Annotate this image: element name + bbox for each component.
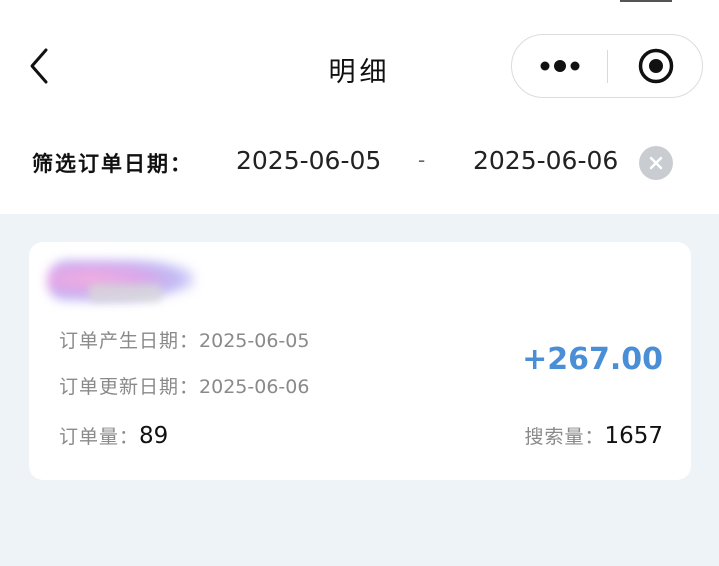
close-mini-program-button[interactable] bbox=[608, 35, 703, 97]
target-circle-icon bbox=[638, 48, 673, 84]
created-date-row: 订单产生日期：2025-06-05 bbox=[59, 326, 309, 353]
order-count-row: 订单量：89 bbox=[59, 422, 168, 449]
date-separator: - bbox=[418, 148, 426, 172]
mini-program-capsule bbox=[511, 34, 703, 98]
search-count-value: 1657 bbox=[604, 423, 663, 449]
blurred-name-image-2 bbox=[89, 284, 161, 302]
start-date-picker[interactable]: 2025-06-05 bbox=[236, 146, 381, 175]
amount-value: +267.00 bbox=[522, 342, 663, 377]
clear-circle-icon bbox=[649, 156, 663, 170]
header-area: 明细 筛选订单日期： 2025-06-05 - 2025-06-06 bbox=[0, 0, 719, 214]
detail-card[interactable]: 订单产生日期：2025-06-05 订单更新日期：2025-06-06 +267… bbox=[29, 242, 691, 480]
battery-icon bbox=[620, 0, 672, 2]
updated-date-value: 2025-06-06 bbox=[199, 376, 310, 398]
search-count-row: 搜索量：1657 bbox=[524, 422, 663, 449]
updated-date-row: 订单更新日期：2025-06-06 bbox=[59, 372, 309, 399]
created-date-label: 订单产生日期： bbox=[59, 330, 200, 352]
order-count-label: 订单量： bbox=[59, 426, 140, 448]
order-count-value: 89 bbox=[139, 423, 169, 449]
filter-label: 筛选订单日期： bbox=[32, 151, 193, 176]
search-count-label: 搜索量： bbox=[524, 426, 605, 448]
navigation-bar: 明细 bbox=[0, 28, 719, 108]
clear-date-button[interactable] bbox=[639, 146, 673, 180]
updated-date-label: 订单更新日期： bbox=[59, 376, 200, 398]
more-button[interactable] bbox=[512, 35, 607, 97]
status-bar bbox=[452, 0, 684, 4]
more-dots-icon bbox=[540, 60, 579, 72]
date-filter: 筛选订单日期： 2025-06-05 - 2025-06-06 bbox=[0, 140, 719, 188]
detail-page: 明细 筛选订单日期： 2025-06-05 - 2025-06-06 订单产生日… bbox=[0, 0, 719, 566]
created-date-value: 2025-06-05 bbox=[199, 330, 310, 352]
end-date-picker[interactable]: 2025-06-06 bbox=[473, 146, 618, 175]
